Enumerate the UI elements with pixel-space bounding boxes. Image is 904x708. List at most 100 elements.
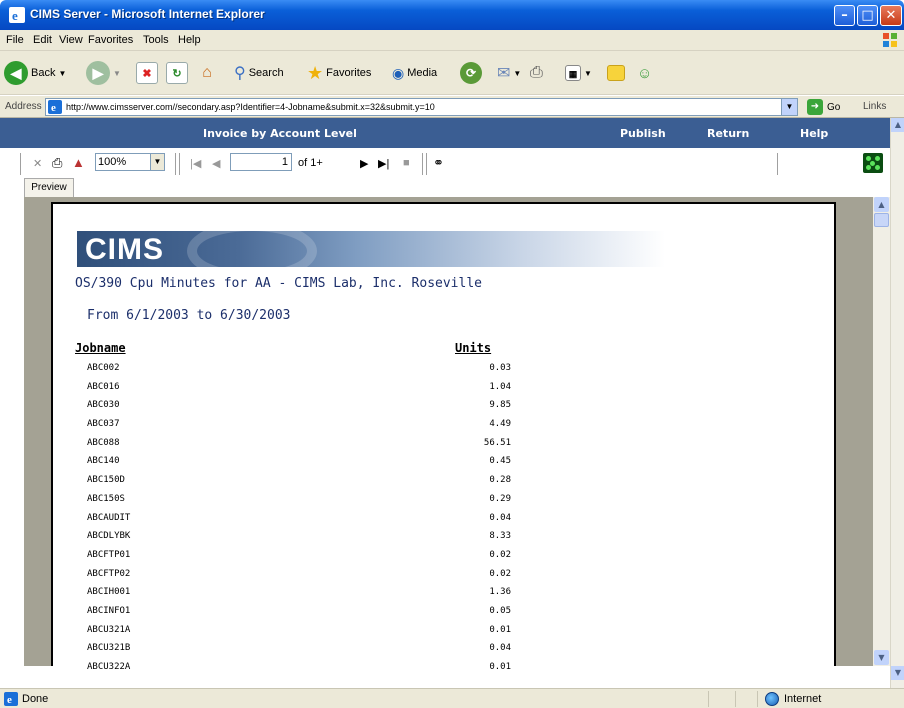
table-row: ABC150D 0.28 — [53, 472, 553, 491]
scroll-down-icon[interactable]: ▼ — [874, 650, 889, 665]
address-input[interactable]: e http://www.cimsserver.com//secondary.a… — [45, 98, 798, 116]
jobname-cell: ABC030 — [87, 400, 120, 411]
svg-text:e: e — [51, 102, 56, 114]
links-button[interactable]: Links — [863, 101, 886, 112]
search-button[interactable]: ⚲ Search — [234, 58, 284, 88]
report-scrollbar[interactable]: ▲ ▼ — [873, 197, 890, 666]
jobname-cell: ABC016 — [87, 381, 120, 392]
menu-favorites[interactable]: Favorites — [88, 34, 133, 46]
column-header-jobname: Jobname — [75, 341, 126, 355]
window-title: CIMS Server - Microsoft Internet Explore… — [30, 7, 265, 21]
edit-page-icon: ▦ — [565, 65, 581, 81]
edit-button[interactable]: ▦ ▼ — [565, 58, 592, 88]
menu-view[interactable]: View — [59, 34, 83, 46]
menu-help[interactable]: Help — [178, 34, 201, 46]
window-title-bar[interactable]: e CIMS Server - Microsoft Internet Explo… — [0, 0, 904, 30]
history-button[interactable]: ⟳ — [460, 58, 482, 88]
address-bar: Address e http://www.cimsserver.com//sec… — [0, 96, 904, 118]
go-button[interactable]: ➜ Go — [807, 99, 840, 115]
units-cell: 4.49 — [489, 419, 511, 430]
messenger-button[interactable]: ☺ — [637, 58, 652, 88]
zoom-select[interactable]: 100% ▼ — [95, 153, 165, 171]
mail-dropdown-icon[interactable]: ▼ — [513, 69, 521, 78]
messenger-icon: ☺ — [637, 64, 653, 82]
report-banner: CIMS — [77, 231, 812, 267]
jobname-cell: ABCINFO1 — [87, 605, 131, 616]
jobname-cell: ABC088 — [87, 437, 120, 448]
page-number-input[interactable]: 1 — [230, 153, 292, 171]
zoom-dropdown-icon[interactable]: ▼ — [150, 154, 164, 170]
jobname-cell: ABCAUDIT — [87, 512, 131, 523]
menu-bar: File Edit View Favorites Tools Help — [0, 30, 904, 51]
table-row: ABC150S 0.29 — [53, 491, 553, 510]
jobname-cell: ABCIH001 — [87, 587, 131, 598]
find-binoculars-icon[interactable]: ⚭ — [433, 155, 444, 171]
jobname-cell: ABCDLYBK — [87, 531, 131, 542]
scroll-thumb[interactable] — [874, 213, 889, 227]
return-link[interactable]: Return — [707, 127, 749, 140]
units-cell: 0.03 — [489, 363, 511, 373]
units-cell: 0.45 — [489, 456, 511, 467]
menu-file[interactable]: File — [6, 34, 24, 46]
history-icon: ⟳ — [460, 62, 482, 84]
print-report-icon[interactable]: ⎙ — [52, 155, 62, 171]
forward-button[interactable]: ▶ ▼ — [86, 58, 121, 88]
maximize-button[interactable]: □ — [857, 5, 878, 26]
minimize-button[interactable]: – — [834, 5, 855, 26]
page-scrollbar[interactable]: ▲ ▼ — [890, 118, 904, 688]
previous-page-icon[interactable]: ◀ — [212, 157, 220, 170]
units-cell: 0.05 — [489, 605, 511, 616]
close-report-icon[interactable]: ✕ — [33, 157, 42, 170]
units-cell: 56.51 — [483, 437, 511, 448]
units-cell: 0.01 — [489, 624, 511, 635]
scroll-up-icon[interactable]: ▲ — [874, 197, 889, 212]
close-button[interactable]: ✕ — [880, 5, 902, 26]
media-button[interactable]: ◉ Media — [392, 58, 437, 88]
units-cell: 9.85 — [489, 400, 511, 411]
stop-button[interactable]: ✖ — [136, 58, 158, 88]
publish-link[interactable]: Publish — [620, 127, 666, 140]
page-done-icon: e — [4, 692, 18, 706]
discuss-note-icon — [607, 65, 625, 81]
report-heading: Invoice by Account Level — [203, 127, 357, 140]
units-cell: 0.29 — [489, 493, 511, 504]
search-label: Search — [248, 67, 284, 79]
help-link[interactable]: Help — [800, 127, 828, 140]
address-dropdown-icon[interactable]: ▼ — [781, 99, 797, 115]
table-row: ABCFTP02 0.02 — [53, 566, 553, 585]
table-row: ABCFTP01 0.02 — [53, 547, 553, 566]
export-report-icon[interactable]: ▲ — [72, 155, 85, 170]
table-row: ABC002 0.03 — [53, 360, 553, 379]
forward-dropdown-icon[interactable]: ▼ — [113, 69, 121, 78]
back-dropdown-icon[interactable]: ▼ — [58, 69, 66, 78]
table-row: ABCDLYBK 8.33 — [53, 528, 553, 547]
favorites-star-icon: ★ — [307, 62, 324, 83]
tab-preview[interactable]: Preview — [24, 178, 74, 197]
back-label: Back — [31, 67, 56, 79]
edit-dropdown-icon[interactable]: ▼ — [584, 69, 592, 78]
stop-report-icon[interactable]: ■ — [403, 157, 410, 169]
refresh-icon: ↻ — [166, 62, 188, 84]
menu-edit[interactable]: Edit — [33, 34, 52, 46]
refresh-button[interactable]: ↻ — [166, 58, 188, 88]
mail-icon: ✉ — [497, 65, 511, 82]
print-button[interactable]: ⎙ — [530, 58, 543, 88]
next-page-icon[interactable]: ▶ — [360, 157, 368, 170]
menu-tools[interactable]: Tools — [143, 34, 169, 46]
search-icon: ⚲ — [234, 65, 246, 82]
units-cell: 1.36 — [489, 587, 511, 598]
units-cell: 0.04 — [489, 643, 511, 654]
favorites-button[interactable]: ★ Favorites — [307, 58, 371, 88]
table-row: ABC016 1.04 — [53, 379, 553, 398]
back-arrow-icon: ◀ — [4, 61, 28, 85]
table-row: ABC037 4.49 — [53, 416, 553, 435]
page-scroll-down-icon[interactable]: ▼ — [891, 666, 904, 680]
mail-button[interactable]: ✉ ▼ — [497, 58, 521, 88]
last-page-icon[interactable]: ▶| — [378, 157, 389, 170]
home-button[interactable]: ⌂ — [196, 58, 218, 88]
page-scroll-up-icon[interactable]: ▲ — [891, 118, 904, 132]
back-button[interactable]: ◀ Back ▼ — [4, 58, 66, 88]
units-cell: 8.33 — [489, 531, 511, 542]
discuss-button[interactable] — [607, 58, 625, 88]
first-page-icon[interactable]: |◀ — [190, 157, 201, 170]
